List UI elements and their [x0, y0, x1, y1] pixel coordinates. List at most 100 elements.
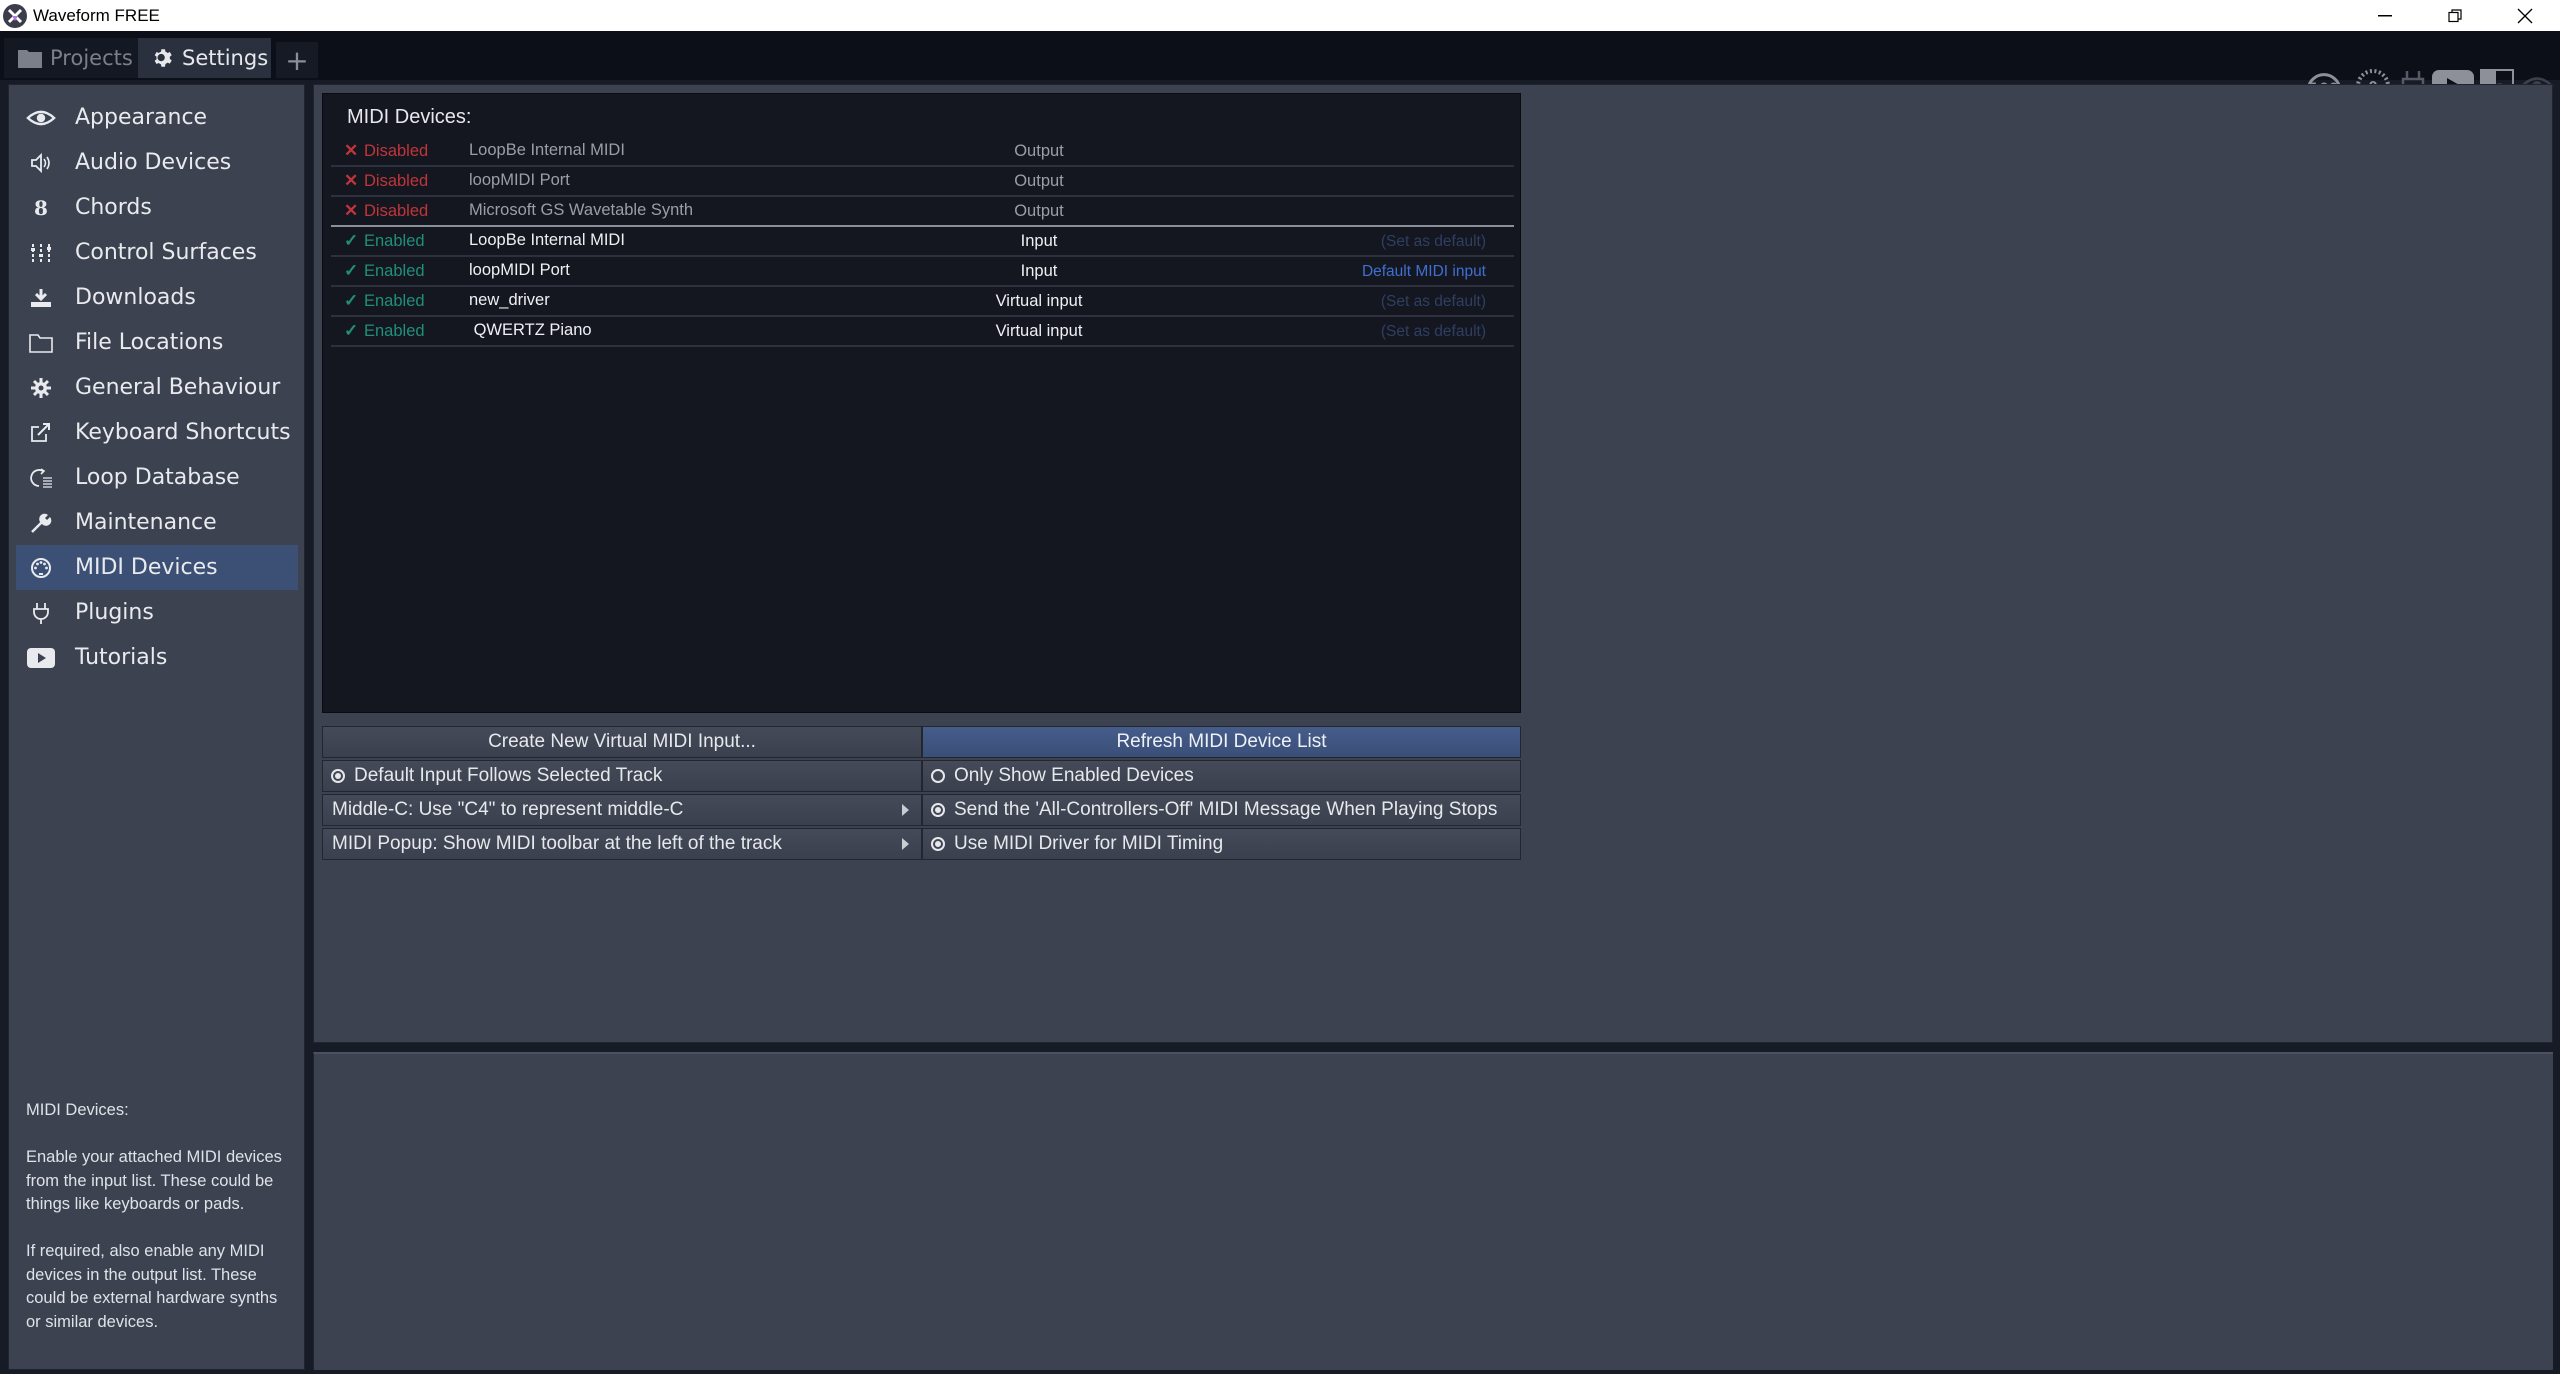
- add-tab-button[interactable]: +: [276, 42, 318, 78]
- only-show-enabled-toggle[interactable]: Only Show Enabled Devices: [922, 760, 1521, 792]
- device-status[interactable]: Enabled: [364, 262, 425, 281]
- device-name: LoopBe Internal MIDI: [469, 141, 625, 159]
- midi-popup-dropdown[interactable]: MIDI Popup: Show MIDI toolbar at the lef…: [322, 828, 922, 860]
- sidebar-item-tutorials[interactable]: Tutorials: [16, 635, 298, 680]
- device-status[interactable]: Enabled: [364, 232, 425, 251]
- check-icon: ✓: [344, 261, 359, 280]
- sidebar-item-chords[interactable]: 8 Chords: [16, 185, 298, 230]
- sidebar-item-label: Audio Devices: [75, 150, 232, 175]
- gear-icon: [152, 47, 174, 69]
- sidebar-item-keyboard-shortcuts[interactable]: Keyboard Shortcuts: [16, 410, 298, 455]
- loop-database-icon: [26, 467, 56, 488]
- sidebar-item-downloads[interactable]: Downloads: [16, 275, 298, 320]
- refresh-midi-device-list-button[interactable]: Refresh MIDI Device List: [922, 726, 1521, 758]
- device-row[interactable]: ✓ Enabled loopMIDI Port Input Default MI…: [331, 257, 1514, 287]
- sidebar-item-label: Maintenance: [75, 510, 217, 535]
- default-input-follows-track-toggle[interactable]: Default Input Follows Selected Track: [322, 760, 922, 792]
- device-row[interactable]: ✓ Enabled new_driver Virtual input (Set …: [331, 287, 1514, 317]
- radio-checked-icon: [931, 803, 945, 817]
- check-icon: ✓: [344, 321, 359, 340]
- device-row[interactable]: ✓ Enabled LoopBe Internal MIDI Input (Se…: [331, 227, 1514, 257]
- check-icon: ✓: [344, 291, 359, 310]
- sidebar-item-audio-devices[interactable]: Audio Devices: [16, 140, 298, 185]
- radio-unchecked-icon: [931, 769, 945, 783]
- device-type: Virtual input: [995, 292, 1083, 310]
- tab-bar: Projects Settings + 100 0: [0, 31, 2560, 103]
- chord-icon: 8: [34, 195, 48, 220]
- radio-checked-icon: [931, 837, 945, 851]
- external-link-icon: [26, 422, 56, 443]
- device-name: new_driver: [469, 291, 550, 309]
- default-midi-input-label: Default MIDI input: [1361, 263, 1486, 280]
- sidebar-item-control-surfaces[interactable]: Control Surfaces: [16, 230, 298, 275]
- tab-projects[interactable]: Projects: [4, 38, 138, 78]
- eye-icon: [26, 108, 56, 128]
- device-status[interactable]: Disabled: [364, 172, 428, 191]
- help-paragraph: If required, also enable any MIDI device…: [26, 1242, 278, 1331]
- sidebar-item-file-locations[interactable]: File Locations: [16, 320, 298, 365]
- toggle-label: Use MIDI Driver for MIDI Timing: [954, 833, 1224, 854]
- device-type: Output: [1014, 142, 1064, 160]
- sidebar-item-general-behaviour[interactable]: General Behaviour: [16, 365, 298, 410]
- midi-device-list: MIDI Devices: ✕ Disabled LoopBe Internal…: [322, 93, 1521, 713]
- sidebar-item-maintenance[interactable]: Maintenance: [16, 500, 298, 545]
- list-header: MIDI Devices:: [347, 106, 472, 128]
- minimize-button[interactable]: [2350, 0, 2420, 31]
- all-controllers-off-toggle[interactable]: Send the 'All-Controllers-Off' MIDI Mess…: [922, 794, 1521, 826]
- set-default-link[interactable]: (Set as default): [1381, 293, 1486, 311]
- help-title: MIDI Devices:: [26, 1101, 129, 1119]
- sidebar-item-label: Chords: [75, 195, 152, 220]
- sidebar-item-label: Plugins: [75, 600, 154, 625]
- sidebar-item-label: General Behaviour: [75, 375, 281, 400]
- sidebar-item-label: Loop Database: [75, 465, 240, 490]
- video-icon: [26, 647, 56, 668]
- device-name: loopMIDI Port: [469, 171, 570, 189]
- device-name: LoopBe Internal MIDI: [469, 231, 625, 249]
- sidebar-item-label: Keyboard Shortcuts: [75, 420, 291, 445]
- midi-icon: [26, 557, 56, 579]
- device-row[interactable]: ✕ Disabled LoopBe Internal MIDI Output: [331, 137, 1514, 167]
- set-default-link[interactable]: (Set as default): [1381, 323, 1486, 341]
- device-type: Virtual input: [995, 322, 1083, 340]
- restore-button[interactable]: [2420, 0, 2490, 31]
- tab-settings[interactable]: Settings: [138, 38, 271, 78]
- help-text: MIDI Devices: Enable your attached MIDI …: [26, 1099, 296, 1358]
- sidebar-item-midi-devices[interactable]: MIDI Devices: [16, 545, 298, 590]
- disabled-x-icon: ✕: [344, 171, 359, 190]
- midi-settings-panel: MIDI Devices: ✕ Disabled LoopBe Internal…: [313, 84, 2553, 1043]
- sidebar-item-label: Downloads: [75, 285, 196, 310]
- sidebar-item-appearance[interactable]: Appearance: [16, 95, 298, 140]
- disabled-x-icon: ✕: [344, 141, 359, 160]
- set-default-link[interactable]: (Set as default): [1381, 233, 1486, 251]
- create-virtual-midi-input-button[interactable]: Create New Virtual MIDI Input...: [322, 726, 922, 758]
- button-label: Create New Virtual MIDI Input...: [488, 731, 756, 752]
- wrench-icon: [26, 513, 56, 533]
- device-row[interactable]: ✕ Disabled Microsoft GS Wavetable Synth …: [331, 197, 1514, 227]
- device-status[interactable]: Disabled: [364, 142, 428, 161]
- device-status[interactable]: Disabled: [364, 202, 428, 221]
- device-row[interactable]: ✓ Enabled QWERTZ Piano Virtual input (Se…: [331, 317, 1514, 347]
- sidebar-item-label: Tutorials: [75, 645, 168, 670]
- toggle-label: Only Show Enabled Devices: [954, 765, 1194, 786]
- midi-driver-timing-toggle[interactable]: Use MIDI Driver for MIDI Timing: [922, 828, 1521, 860]
- dropdown-label: Middle-C: Use "C4" to represent middle-C: [332, 799, 684, 820]
- toggle-label: Default Input Follows Selected Track: [354, 765, 663, 786]
- folder-icon: [18, 48, 42, 68]
- sidebar-item-plugins[interactable]: Plugins: [16, 590, 298, 635]
- middle-c-dropdown[interactable]: Middle-C: Use "C4" to represent middle-C: [322, 794, 922, 826]
- lower-panel: [313, 1052, 2553, 1370]
- device-status[interactable]: Enabled: [364, 292, 425, 311]
- radio-checked-icon: [331, 769, 345, 783]
- check-icon: ✓: [344, 231, 359, 250]
- device-row[interactable]: ✕ Disabled loopMIDI Port Output: [331, 167, 1514, 197]
- submenu-arrow-icon: [902, 804, 909, 816]
- toggle-label: Send the 'All-Controllers-Off' MIDI Mess…: [954, 799, 1498, 820]
- device-status[interactable]: Enabled: [364, 322, 425, 341]
- sidebar-item-loop-database[interactable]: Loop Database: [16, 455, 298, 500]
- tab-settings-label: Settings: [182, 46, 269, 70]
- device-name: QWERTZ Piano: [469, 321, 592, 339]
- device-name: Microsoft GS Wavetable Synth: [469, 201, 694, 219]
- tab-projects-label: Projects: [50, 46, 133, 70]
- close-button[interactable]: [2490, 0, 2560, 31]
- waveform-window: Waveform FREE Projects Settings + Appear…: [0, 0, 2560, 1374]
